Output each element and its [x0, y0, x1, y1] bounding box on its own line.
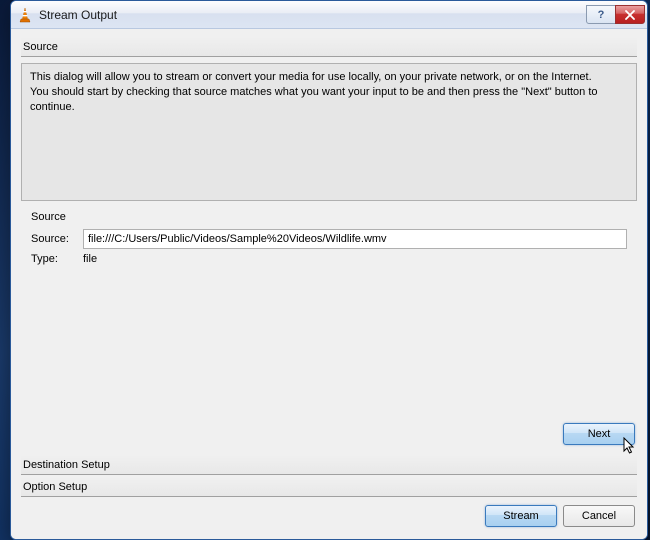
help-button[interactable]: ?: [586, 5, 616, 24]
close-icon: [625, 10, 635, 20]
stream-output-dialog: Stream Output ? Source This dialog will …: [10, 0, 648, 540]
window-title: Stream Output: [39, 8, 586, 22]
close-button[interactable]: [615, 5, 645, 24]
source-input[interactable]: [83, 229, 627, 249]
cancel-button[interactable]: Cancel: [563, 505, 635, 527]
footer-sections: Destination Setup Option Setup: [21, 453, 637, 499]
section-destination-header[interactable]: Destination Setup: [21, 455, 637, 475]
type-row: Type: file: [23, 251, 635, 267]
window-buttons: ?: [586, 5, 645, 24]
source-row: Source:: [23, 227, 635, 251]
vlc-cone-icon: [17, 7, 33, 23]
stream-button[interactable]: Stream: [485, 505, 557, 527]
section-source-header[interactable]: Source: [21, 37, 637, 57]
titlebar[interactable]: Stream Output ?: [11, 1, 647, 29]
next-button[interactable]: Next: [563, 423, 635, 445]
dialog-buttons: Stream Cancel: [21, 499, 637, 529]
source-panel: This dialog will allow you to stream or …: [21, 61, 637, 451]
type-value: file: [83, 253, 97, 265]
type-label: Type:: [31, 253, 75, 265]
source-group: Source Source: Type: file: [23, 211, 635, 267]
description-text: This dialog will allow you to stream or …: [21, 63, 637, 201]
section-option-header[interactable]: Option Setup: [21, 477, 637, 497]
next-button-row: Next: [21, 419, 637, 451]
dialog-content: Source This dialog will allow you to str…: [11, 29, 647, 539]
source-group-label: Source: [23, 211, 635, 227]
source-label: Source:: [31, 233, 75, 245]
